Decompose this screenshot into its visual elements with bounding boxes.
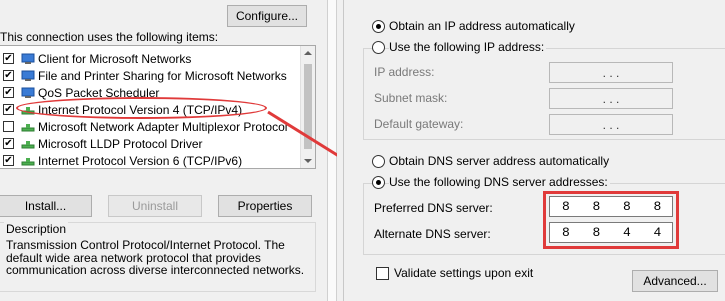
ip-address-field[interactable]: . . . xyxy=(549,62,673,83)
use-following-ip-radio[interactable] xyxy=(372,41,385,54)
item-checkbox[interactable]: ✔ xyxy=(3,155,14,166)
network-client-icon xyxy=(21,53,35,65)
obtain-dns-auto-label[interactable]: Obtain DNS server address automatically xyxy=(389,154,609,168)
list-item[interactable]: ✔ File and Printer Sharing for Microsoft … xyxy=(0,67,300,84)
protocol-icon xyxy=(21,121,35,133)
obtain-dns-auto-radio[interactable] xyxy=(372,155,385,168)
item-checkbox[interactable]: ✔ xyxy=(3,53,14,64)
use-following-dns-radio[interactable] xyxy=(372,176,385,189)
ip-address-dots: . . . xyxy=(602,65,620,80)
list-item[interactable]: ✔ Client for Microsoft Networks xyxy=(0,50,300,67)
default-gateway-dots: . . . xyxy=(602,117,620,132)
list-item[interactable]: Microsoft Network Adapter Multiplexor Pr… xyxy=(0,118,300,135)
uninstall-button[interactable]: Uninstall xyxy=(108,195,202,217)
subnet-mask-label: Subnet mask: xyxy=(374,91,448,105)
items-heading: This connection uses the following items… xyxy=(0,30,219,44)
configure-button[interactable]: Configure... xyxy=(227,5,307,27)
scroll-down-icon[interactable] xyxy=(304,159,312,163)
list-item[interactable]: ✔ Internet Protocol Version 6 (TCP/IPv6) xyxy=(0,152,300,169)
subnet-mask-dots: . . . xyxy=(602,91,620,106)
scroll-up-icon[interactable] xyxy=(304,51,312,55)
properties-button[interactable]: Properties xyxy=(218,195,312,217)
default-gateway-label: Default gateway: xyxy=(374,117,464,131)
file-sharing-icon xyxy=(21,70,35,82)
item-checkbox[interactable] xyxy=(3,121,14,132)
item-checkbox[interactable]: ✔ xyxy=(3,138,14,149)
protocol-icon xyxy=(21,138,35,150)
dns-annotation-box xyxy=(543,191,679,249)
networking-properties-panel: Configure... This connection uses the fo… xyxy=(0,0,327,301)
item-checkbox[interactable]: ✔ xyxy=(3,70,14,81)
window-divider xyxy=(327,0,337,301)
item-label: Client for Microsoft Networks xyxy=(38,51,192,66)
item-checkbox[interactable]: ✔ xyxy=(3,87,14,98)
obtain-ip-auto-label[interactable]: Obtain an IP address automatically xyxy=(389,19,575,33)
preferred-dns-label: Preferred DNS server: xyxy=(374,201,493,215)
alternate-dns-label: Alternate DNS server: xyxy=(374,227,491,241)
use-following-dns-label[interactable]: Use the following DNS server addresses: xyxy=(389,175,610,189)
ip-address-label: IP address: xyxy=(374,65,435,79)
description-group: Description Transmission Control Protoco… xyxy=(0,222,316,292)
description-text: Transmission Control Protocol/Internet P… xyxy=(6,238,305,277)
item-label: Microsoft Network Adapter Multiplexor Pr… xyxy=(38,119,288,134)
validate-settings-checkbox[interactable] xyxy=(376,267,389,280)
description-heading: Description xyxy=(4,222,69,236)
qos-scheduler-icon xyxy=(21,87,35,99)
obtain-ip-auto-radio[interactable] xyxy=(372,20,385,33)
item-label: Internet Protocol Version 6 (TCP/IPv6) xyxy=(38,153,243,168)
subnet-mask-field[interactable]: . . . xyxy=(549,88,673,109)
scroll-thumb[interactable] xyxy=(304,64,312,149)
default-gateway-field[interactable]: . . . xyxy=(549,114,673,135)
item-label: File and Printer Sharing for Microsoft N… xyxy=(38,68,287,83)
item-label: Microsoft LLDP Protocol Driver xyxy=(38,136,203,151)
validate-settings-label[interactable]: Validate settings upon exit xyxy=(394,266,533,280)
advanced-button[interactable]: Advanced... xyxy=(632,270,718,292)
protocol-icon xyxy=(21,155,35,167)
tcpip-properties-panel: Obtain an IP address automatically Use t… xyxy=(337,0,725,301)
use-following-ip-label[interactable]: Use the following IP address: xyxy=(389,40,547,54)
ipv4-annotation-ellipse xyxy=(16,97,267,119)
list-scrollbar[interactable] xyxy=(300,46,315,168)
item-checkbox[interactable]: ✔ xyxy=(3,104,14,115)
list-item[interactable]: ✔ Microsoft LLDP Protocol Driver xyxy=(0,135,300,152)
install-button[interactable]: Install... xyxy=(0,195,92,217)
